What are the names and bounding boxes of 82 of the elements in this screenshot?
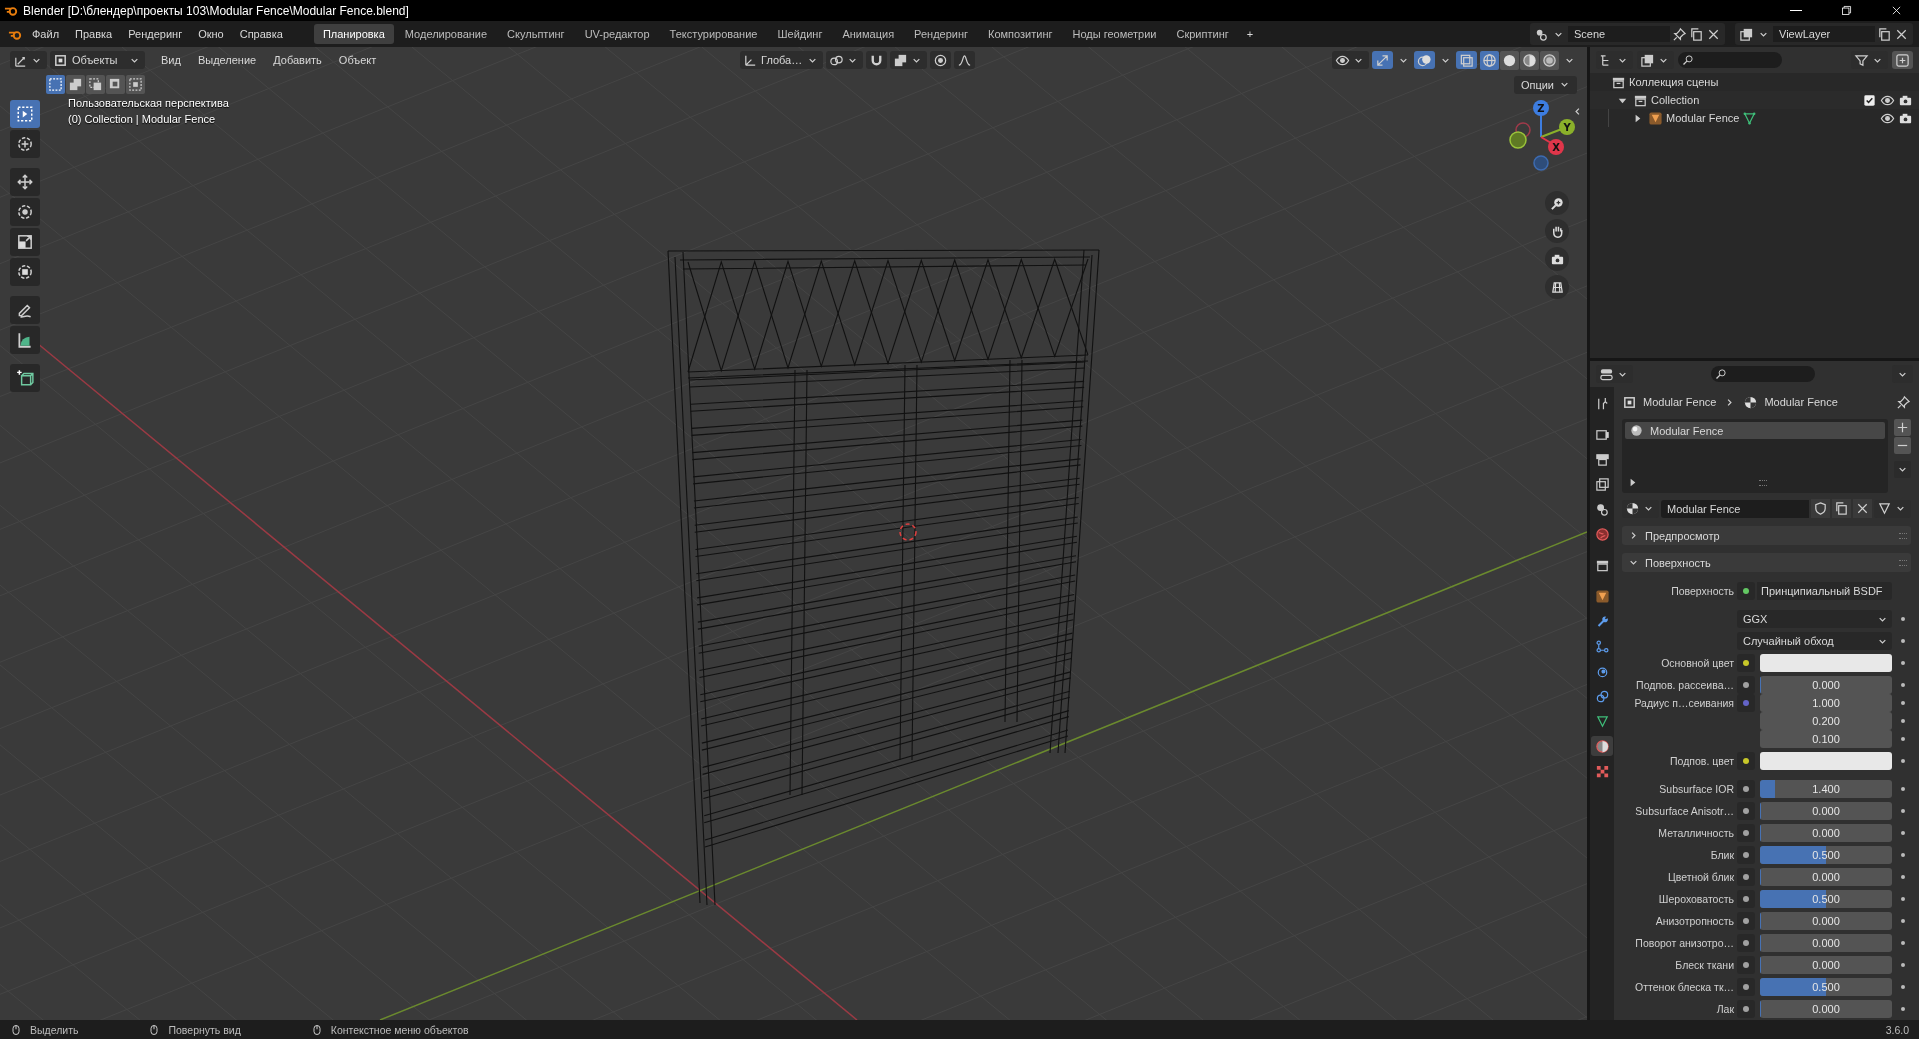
axis-label: X xyxy=(1552,142,1560,153)
viewport-info-text: Пользовательская перспектива xyxy=(68,97,229,109)
dropdown[interactable]: Случайный обход xyxy=(1737,632,1892,650)
viewport-info-text: (0) Collection | Modular Fence xyxy=(68,113,217,125)
workspace-tab[interactable]: Скульптинг xyxy=(498,24,574,44)
slider-field[interactable]: 0.000 xyxy=(1760,824,1892,842)
scene-name: Scene xyxy=(1568,26,1670,42)
window-title: Blender [D:\блендер\проекты 103\Modular Fence\Modular Fence.blend] xyxy=(23,3,409,18)
menu-item[interactable]: Окно xyxy=(191,25,231,43)
workspace-tab[interactable]: UV-редактор xyxy=(575,24,659,44)
3d-viewport[interactable]: Z Y X Объекты Вид Выделение Добавить Объект Глоба… Опции Пользовательская перспектива (0) Collection | Modular Fence xyxy=(0,47,1587,1020)
menu-item[interactable]: Добавить xyxy=(266,51,329,69)
property-label: Блеск ткани xyxy=(1674,959,1734,971)
workspace-tab[interactable]: Шейдинг xyxy=(768,24,832,44)
material-slot[interactable]: Modular Fence xyxy=(1625,422,1885,439)
breadcrumb-item: Modular Fence xyxy=(1643,396,1717,408)
workspace-tab[interactable]: Моделирование xyxy=(395,24,497,44)
property-label: Subsurface IOR xyxy=(1658,783,1734,795)
slider-field[interactable]: 0.500 xyxy=(1760,978,1892,996)
menu-item[interactable]: Вид xyxy=(154,51,188,69)
panel-header[interactable]: Предпросмотр xyxy=(1622,526,1911,545)
version-text: 3.6.0 xyxy=(1885,1023,1909,1036)
property-label: Анизотропность xyxy=(1654,915,1734,927)
property-label: Subsurface Anisotr… xyxy=(1634,805,1734,817)
workspace-tab[interactable]: Скриптинг xyxy=(1167,24,1238,44)
menu-item[interactable]: Справка xyxy=(232,25,290,43)
slider-field[interactable]: 0.500 xyxy=(1760,846,1892,864)
number-field[interactable]: 0.100 xyxy=(1760,730,1892,748)
axis-label: Y xyxy=(1563,122,1571,133)
tree-item[interactable]: Коллекция сцены xyxy=(1629,76,1719,88)
material-name-field[interactable]: Modular Fence xyxy=(1661,499,1809,518)
view-layer-name: ViewLayer xyxy=(1773,26,1875,42)
status-hint: Контекстное меню объектов xyxy=(330,1023,469,1036)
property-label: Радиус п…сеивания xyxy=(1633,697,1734,709)
workspace-tab[interactable]: Текстурирование xyxy=(660,24,767,44)
menu-item[interactable]: Рендеринг xyxy=(121,25,190,43)
axis-label: Z xyxy=(1537,103,1545,114)
menu-item[interactable]: Файл xyxy=(25,25,67,43)
shader-link-field[interactable]: Принципиальный BSDF xyxy=(1757,582,1892,600)
scene-selector[interactable]: Scene xyxy=(1530,23,1725,45)
workspace-tab[interactable]: Ноды геометрии xyxy=(1063,24,1166,44)
number-field[interactable]: 1.000 xyxy=(1760,694,1892,712)
slider-field[interactable]: 0.000 xyxy=(1760,676,1892,694)
property-label: Металличность xyxy=(1657,827,1734,839)
property-label: Основной цвет xyxy=(1660,657,1734,669)
mode-dropdown[interactable]: Объекты xyxy=(50,51,145,69)
property-label: Шероховатость xyxy=(1657,893,1734,905)
number-field[interactable]: 0.200 xyxy=(1760,712,1892,730)
slider-field[interactable]: 0.000 xyxy=(1760,956,1892,974)
slider-field[interactable]: 0.500 xyxy=(1760,890,1892,908)
tree-item[interactable]: Collection xyxy=(1651,94,1700,106)
menu-item[interactable]: Объект xyxy=(331,51,384,69)
property-label: Поворот анизотро… xyxy=(1634,937,1734,949)
property-label: Поверхность xyxy=(1670,585,1734,597)
slider-field[interactable]: 0.000 xyxy=(1760,868,1892,886)
add-workspace-button[interactable]: + xyxy=(1239,25,1261,43)
breadcrumb-item: Modular Fence xyxy=(1764,396,1838,408)
options-dropdown[interactable]: Опции xyxy=(1513,75,1577,94)
tree-item[interactable]: Modular Fence xyxy=(1666,112,1740,124)
status-hint: Выделить xyxy=(30,1023,79,1036)
property-label: Блик xyxy=(1709,849,1734,861)
workspace-tab[interactable]: Анимация xyxy=(833,24,904,44)
dropdown[interactable]: GGX xyxy=(1737,610,1892,628)
slider-field[interactable]: 0.000 xyxy=(1760,912,1892,930)
property-label: Лак xyxy=(1715,1003,1734,1015)
slider-field[interactable]: 1.400 xyxy=(1760,780,1892,798)
slider-field[interactable]: 0.000 xyxy=(1760,1000,1892,1018)
property-label: Подпов. рассеива… xyxy=(1635,679,1734,691)
workspace-tab[interactable]: Планировка xyxy=(313,24,394,44)
slider-field[interactable]: 0.000 xyxy=(1760,934,1892,952)
slider-field[interactable]: 0.000 xyxy=(1760,802,1892,820)
status-hint: Повернуть вид xyxy=(168,1023,241,1036)
workspace-tab[interactable]: Композитинг xyxy=(979,24,1062,44)
property-label: Оттенок блеска тк… xyxy=(1634,981,1734,993)
orientation-dropdown[interactable]: Глоба… xyxy=(740,51,824,69)
property-label: Цветной блик xyxy=(1666,871,1734,883)
panel-header[interactable]: Поверхность xyxy=(1622,553,1911,572)
menu-item[interactable]: Выделение xyxy=(190,51,264,69)
menu-item[interactable]: Правка xyxy=(68,25,120,43)
property-label: Подпов. цвет xyxy=(1669,755,1734,767)
workspace-tab[interactable]: Рендеринг xyxy=(905,24,978,44)
view-layer-selector[interactable]: ViewLayer xyxy=(1735,23,1913,45)
